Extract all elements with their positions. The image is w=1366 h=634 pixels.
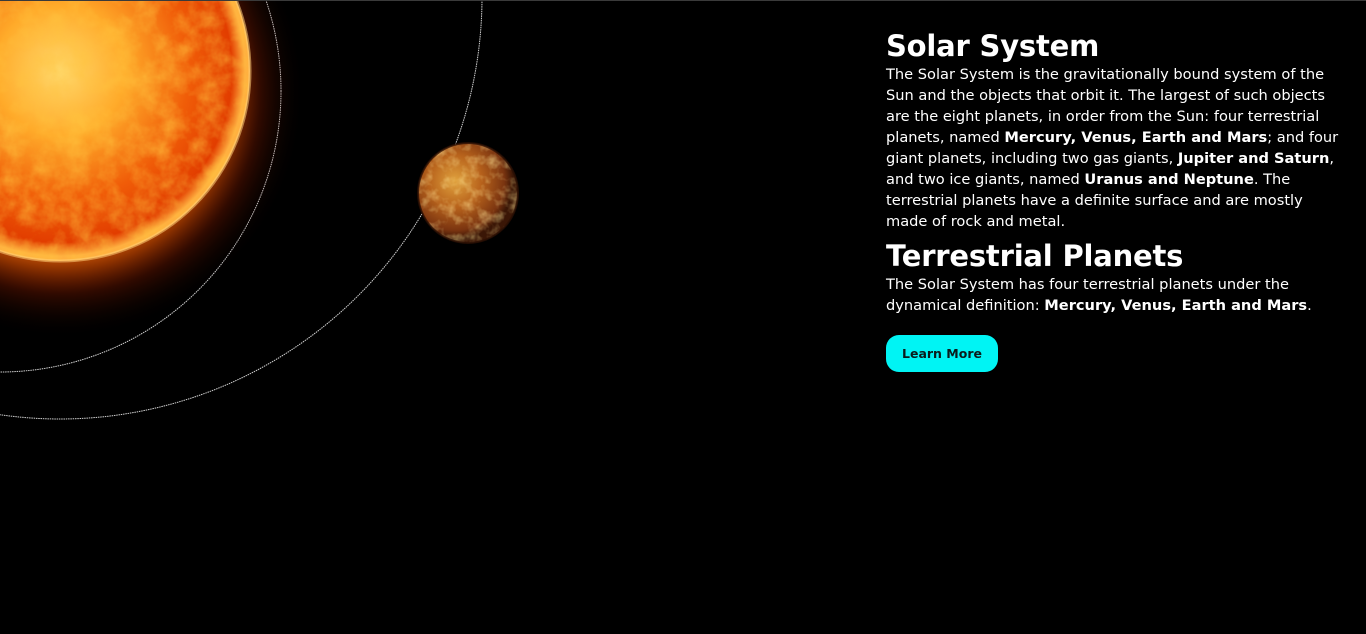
learn-more-button[interactable]: Learn More [886,335,998,372]
solar-system-illustration [0,1,519,420]
terrestrial-planets-description: The Solar System has four terrestrial pl… [886,276,1312,314]
page: Solar System The Solar System is the gra… [0,0,1366,634]
info-panel: Solar System The Solar System is the gra… [886,28,1348,372]
solar-system-heading: Solar System [886,29,1100,63]
planet [417,142,519,244]
terrestrial-planets-heading: Terrestrial Planets [886,239,1184,273]
solar-system-description: The Solar System is the gravitationally … [886,66,1339,230]
